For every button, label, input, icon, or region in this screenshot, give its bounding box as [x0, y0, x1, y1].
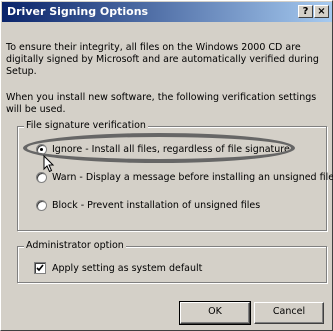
admin-option-legend: Administrator option	[24, 240, 126, 252]
warn-label: Warn - Display a message before installi…	[52, 172, 333, 183]
close-button[interactable]: ×	[314, 5, 329, 18]
window-title: Driver Signing Options	[7, 5, 149, 18]
ignore-label: Ignore - Install all files, regardless o…	[52, 144, 290, 155]
ok-button[interactable]: OK	[179, 301, 251, 325]
warn-option[interactable]: Warn - Display a message before installi…	[36, 172, 333, 183]
cancel-button[interactable]: Cancel	[254, 302, 324, 324]
ignore-radio[interactable]	[36, 144, 47, 155]
ignore-option[interactable]: Ignore - Install all files, regardless o…	[36, 144, 290, 155]
settings-note: When you install new software, the follo…	[6, 92, 317, 115]
apply-default-option[interactable]: Apply setting as system default	[34, 262, 202, 274]
file-signature-legend: File signature verification	[24, 120, 148, 132]
intro-text: To ensure their integrity, all files on …	[6, 42, 319, 77]
block-option[interactable]: Block - Prevent installation of unsigned…	[36, 200, 260, 211]
help-button[interactable]: ?	[298, 5, 313, 18]
warn-radio[interactable]	[36, 172, 47, 183]
apply-default-checkbox[interactable]	[34, 262, 46, 274]
check-icon	[36, 264, 44, 272]
apply-default-label: Apply setting as system default	[52, 262, 203, 274]
title-bar[interactable]: Driver Signing Options ? ×	[2, 2, 332, 22]
block-radio[interactable]	[36, 200, 47, 211]
arrow-cursor-icon	[43, 155, 55, 173]
driver-signing-dialog: Driver Signing Options ? × To ensure the…	[0, 0, 333, 331]
block-label: Block - Prevent installation of unsigned…	[52, 200, 261, 211]
